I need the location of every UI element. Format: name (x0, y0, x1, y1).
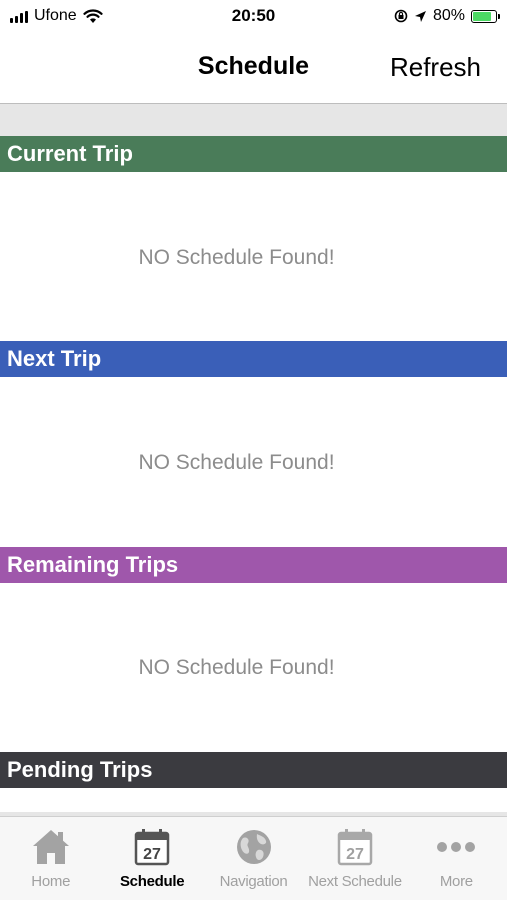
home-icon (31, 827, 71, 867)
tab-more-label: More (439, 873, 473, 890)
section-header-remaining-trips: Remaining Trips (0, 547, 507, 583)
battery-percent: 80% (432, 7, 465, 24)
header-spacer (0, 104, 507, 136)
tab-bar: Home 27 Schedule Navigation 27 Next Sche… (0, 816, 507, 900)
empty-message-current-trip: NO Schedule Found! (138, 246, 335, 269)
calendar-day: 27 (346, 846, 364, 863)
navigation-bar: Schedule Refresh (0, 32, 507, 104)
status-right: 80% (394, 7, 500, 25)
tab-navigation[interactable]: Navigation (203, 817, 304, 900)
calendar-day: 27 (143, 846, 161, 863)
globe-icon (234, 827, 274, 867)
tab-navigation-label: Navigation (219, 873, 288, 890)
tab-home-label: Home (31, 873, 71, 890)
empty-message-next-trip: NO Schedule Found! (138, 451, 335, 474)
more-icon (436, 827, 476, 867)
calendar-icon: 27 (132, 827, 172, 867)
empty-message-remaining-trips: NO Schedule Found! (138, 656, 335, 679)
calendar-icon: 27 (335, 827, 375, 867)
carrier-label: Ufone (34, 7, 77, 24)
status-bar: Ufone 20:50 80% (0, 0, 507, 32)
battery-icon (471, 9, 500, 23)
signal-icon (10, 9, 28, 23)
rotation-lock-icon (394, 9, 408, 23)
section-header-pending-trips: Pending Trips (0, 752, 507, 788)
battery-fill (473, 11, 491, 21)
tab-next-schedule-label: Next Schedule (308, 873, 402, 890)
tab-more[interactable]: More (406, 817, 507, 900)
status-left: Ufone (10, 7, 103, 25)
location-arrow-icon (414, 10, 426, 22)
tab-schedule-label: Schedule (119, 873, 185, 890)
tab-next-schedule[interactable]: 27 Next Schedule (304, 817, 405, 900)
refresh-button[interactable]: Refresh (390, 52, 481, 83)
section-header-next-trip: Next Trip (0, 341, 507, 377)
section-header-current-trip: Current Trip (0, 136, 507, 172)
tab-schedule[interactable]: 27 Schedule (101, 817, 202, 900)
wifi-icon (83, 8, 103, 23)
tab-home[interactable]: Home (0, 817, 101, 900)
